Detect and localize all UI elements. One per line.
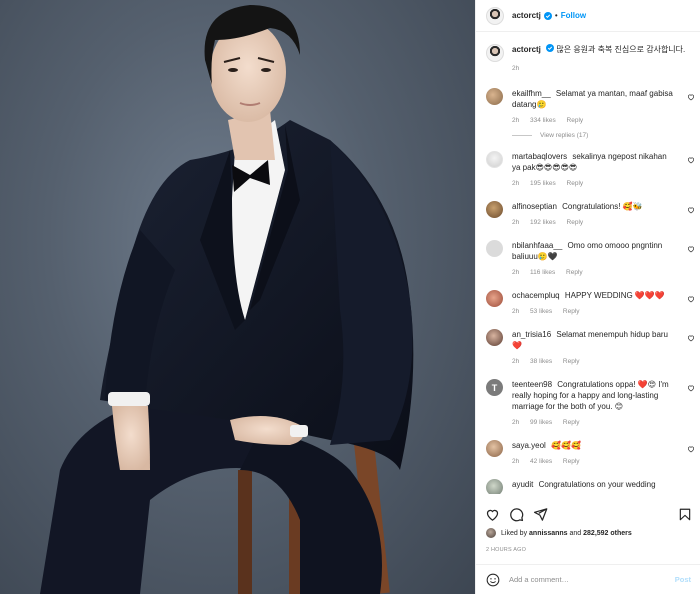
likes-count[interactable]: 282,592 others xyxy=(583,530,632,537)
commenter-avatar[interactable] xyxy=(486,240,503,257)
post-header: actorctj • Follow xyxy=(476,0,700,32)
heart-icon[interactable] xyxy=(687,445,695,453)
share-icon[interactable] xyxy=(533,507,548,522)
reply-button[interactable]: Reply xyxy=(566,269,583,276)
commenter-username[interactable]: nbilanhfaaa__ xyxy=(512,241,562,250)
commenter-username[interactable]: alfinoseptian xyxy=(512,202,557,211)
liker-username[interactable]: annissanns xyxy=(529,530,568,537)
verified-badge-icon xyxy=(543,11,552,20)
commenter-username[interactable]: ayudit xyxy=(512,480,533,489)
comment-likes[interactable]: 38 likes xyxy=(530,358,552,365)
comment-likes[interactable]: 42 likes xyxy=(530,458,552,465)
liked-by-prefix: Liked by xyxy=(501,529,528,537)
comment-likes[interactable]: 99 likes xyxy=(530,419,552,426)
reply-button[interactable]: Reply xyxy=(563,358,580,365)
liker-avatar[interactable] xyxy=(486,528,496,538)
list-item: ochacempluq HAPPY WEDDING ❤️❤️❤️ 2h 53 l… xyxy=(476,290,700,317)
commenter-avatar[interactable] xyxy=(486,290,503,307)
comment-text: 🥰🥰🥰 xyxy=(551,441,581,450)
heart-icon[interactable] xyxy=(687,206,695,214)
list-item: nbilanhfaaa__ Omo omo omooo pngntinn bal… xyxy=(476,240,700,278)
author-username[interactable]: actorctj xyxy=(512,11,541,20)
post-timestamp[interactable]: 2 HOURS AGO xyxy=(486,547,526,553)
comment-time: 2h xyxy=(512,458,520,465)
heart-icon[interactable] xyxy=(687,245,695,253)
author-avatar[interactable] xyxy=(486,6,504,25)
portrait-illustration xyxy=(40,5,414,594)
comments-list[interactable]: ekailfhm__ Selamat ya mantan, maaf gabis… xyxy=(476,86,700,494)
commenter-avatar[interactable] xyxy=(486,479,503,494)
heart-icon[interactable] xyxy=(687,384,695,392)
reply-button[interactable]: Reply xyxy=(563,458,580,465)
list-item: an_trisia16 Selamat menempuh hidup baru … xyxy=(476,329,700,367)
heart-icon[interactable] xyxy=(687,334,695,342)
post-caption: actorctj 많은 응원과 축복 진심으로 감사합니다. 2h xyxy=(476,32,700,74)
comment-icon[interactable] xyxy=(509,507,524,522)
reply-button[interactable]: Reply xyxy=(563,308,580,315)
comment-input[interactable] xyxy=(509,575,675,584)
comment-time: 2h xyxy=(512,117,520,124)
comment-likes[interactable]: 53 likes xyxy=(530,308,552,315)
comment-likes[interactable]: 334 likes xyxy=(530,117,556,124)
commenter-avatar[interactable] xyxy=(486,151,503,168)
list-item: saya.yeol 🥰🥰🥰 2h 42 likes Reply xyxy=(476,440,700,467)
list-item: ekailfhm__ Selamat ya mantan, maaf gabis… xyxy=(476,88,700,126)
liked-by-conjunction: and xyxy=(569,529,582,537)
heart-icon[interactable] xyxy=(687,93,695,101)
list-item: alfinoseptian Congratulations! 🥰🐝 2h 192… xyxy=(476,201,700,228)
commenter-avatar[interactable] xyxy=(486,329,503,346)
comment-time: 2h xyxy=(512,269,520,276)
comment-time: 2h xyxy=(512,358,520,365)
reply-button[interactable]: Reply xyxy=(567,180,584,187)
caption-text: 많은 응원과 축복 진심으로 감사합니다. xyxy=(556,45,686,54)
commenter-avatar[interactable]: T xyxy=(486,379,503,396)
heart-icon[interactable] xyxy=(687,156,695,164)
comment-time: 2h xyxy=(512,419,520,426)
comment-time: 2h xyxy=(512,180,520,187)
comment-likes[interactable]: 192 likes xyxy=(530,219,556,226)
replies-divider xyxy=(512,135,532,136)
follow-button[interactable]: Follow xyxy=(561,11,586,20)
view-replies-label[interactable]: View replies (17) xyxy=(540,132,588,139)
commenter-avatar[interactable] xyxy=(486,201,503,218)
caption-username[interactable]: actorctj xyxy=(512,45,541,54)
post-side-panel: actorctj • Follow actorctj 많은 응원과 축복 진심으… xyxy=(475,0,700,594)
caption-author-avatar[interactable] xyxy=(486,44,504,62)
commenter-avatar[interactable] xyxy=(486,440,503,457)
bookmark-icon[interactable] xyxy=(678,507,692,522)
verified-badge-icon xyxy=(546,44,555,52)
list-item: ayudit Congratulations on your wedding xyxy=(476,479,700,494)
reply-button[interactable]: Reply xyxy=(563,419,580,426)
comment-text: Congratulations! 🥰🐝 xyxy=(562,202,643,211)
view-replies-button[interactable]: View replies (17) xyxy=(512,132,700,139)
caption-time: 2h xyxy=(512,65,520,72)
comment-time: 2h xyxy=(512,219,520,226)
likes-summary[interactable]: Liked by annissanns and 282,592 others xyxy=(486,528,632,538)
commenter-avatar[interactable] xyxy=(486,88,503,105)
add-comment-bar: Post xyxy=(476,564,700,594)
comment-likes[interactable]: 116 likes xyxy=(530,269,555,276)
commenter-username[interactable]: saya.yeol xyxy=(512,441,546,450)
action-bar xyxy=(476,503,700,525)
reply-button[interactable]: Reply xyxy=(567,219,584,226)
post-comment-button[interactable]: Post xyxy=(675,575,691,584)
comment-time: 2h xyxy=(512,308,520,315)
reply-button[interactable]: Reply xyxy=(567,117,584,124)
commenter-username[interactable]: ekailfhm__ xyxy=(512,89,551,98)
commenter-username[interactable]: an_trisia16 xyxy=(512,330,551,339)
post-photo[interactable] xyxy=(0,0,475,594)
comment-likes[interactable]: 195 likes xyxy=(530,180,556,187)
commenter-username[interactable]: teenteen98 xyxy=(512,380,552,389)
list-item: T teenteen98 Congratulations oppa! ❤️😍 I… xyxy=(476,379,700,428)
separator-dot: • xyxy=(554,11,558,20)
list-item: martabaqlovers sekalinya ngepost nikahan… xyxy=(476,151,700,189)
heart-icon[interactable] xyxy=(485,507,500,522)
comment-text: HAPPY WEDDING ❤️❤️❤️ xyxy=(564,291,665,300)
heart-icon[interactable] xyxy=(687,295,695,303)
comment-text: Congratulations on your wedding xyxy=(538,480,656,489)
emoji-icon[interactable] xyxy=(486,573,500,587)
commenter-username[interactable]: ochacempluq xyxy=(512,291,560,300)
commenter-username[interactable]: martabaqlovers xyxy=(512,152,567,161)
